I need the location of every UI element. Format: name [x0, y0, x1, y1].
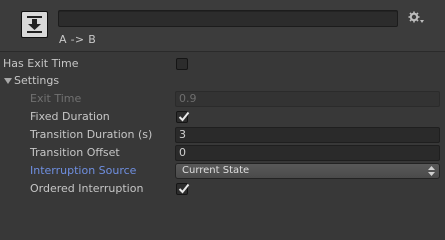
checkmark-icon — [178, 111, 190, 122]
has-exit-time-row: Has Exit Time — [0, 55, 445, 73]
transition-offset-field[interactable]: 0 — [175, 145, 440, 161]
transition-duration-field[interactable]: 3 — [175, 127, 440, 143]
transition-subtitle: A -> B — [59, 33, 97, 46]
settings-foldout[interactable]: Settings — [0, 72, 445, 90]
has-exit-time-label: Has Exit Time — [3, 57, 79, 70]
fixed-duration-checkbox[interactable] — [176, 111, 190, 123]
exit-time-field: 0.9 — [175, 91, 440, 107]
checkmark-icon — [178, 183, 190, 194]
gear-icon[interactable] — [408, 11, 424, 25]
ordered-interruption-label: Ordered Interruption — [30, 182, 144, 195]
ordered-interruption-checkbox[interactable] — [176, 183, 190, 195]
transition-offset-row: Transition Offset 0 — [0, 144, 445, 162]
transition-name-field[interactable] — [58, 10, 398, 27]
transition-import-icon — [21, 11, 48, 38]
fixed-duration-label: Fixed Duration — [30, 110, 110, 123]
transition-duration-label: Transition Duration (s) — [30, 128, 153, 141]
has-exit-time-checkbox[interactable] — [176, 58, 188, 70]
exit-time-label: Exit Time — [30, 92, 82, 105]
exit-time-row: Exit Time 0.9 — [0, 90, 445, 108]
interruption-source-value: Current State — [182, 165, 250, 176]
transition-duration-row: Transition Duration (s) 3 — [0, 126, 445, 144]
fixed-duration-row: Fixed Duration — [0, 108, 445, 126]
foldout-expanded-icon[interactable] — [4, 78, 12, 84]
ordered-interruption-row: Ordered Interruption — [0, 180, 445, 198]
interruption-source-label: Interruption Source — [30, 164, 137, 177]
settings-label: Settings — [14, 74, 60, 87]
transition-offset-label: Transition Offset — [30, 146, 120, 159]
interruption-source-row: Interruption Source Current State — [0, 162, 445, 180]
dropdown-arrows-icon — [428, 166, 435, 176]
interruption-source-dropdown[interactable]: Current State — [175, 163, 440, 179]
transition-header: A -> B — [0, 0, 445, 52]
